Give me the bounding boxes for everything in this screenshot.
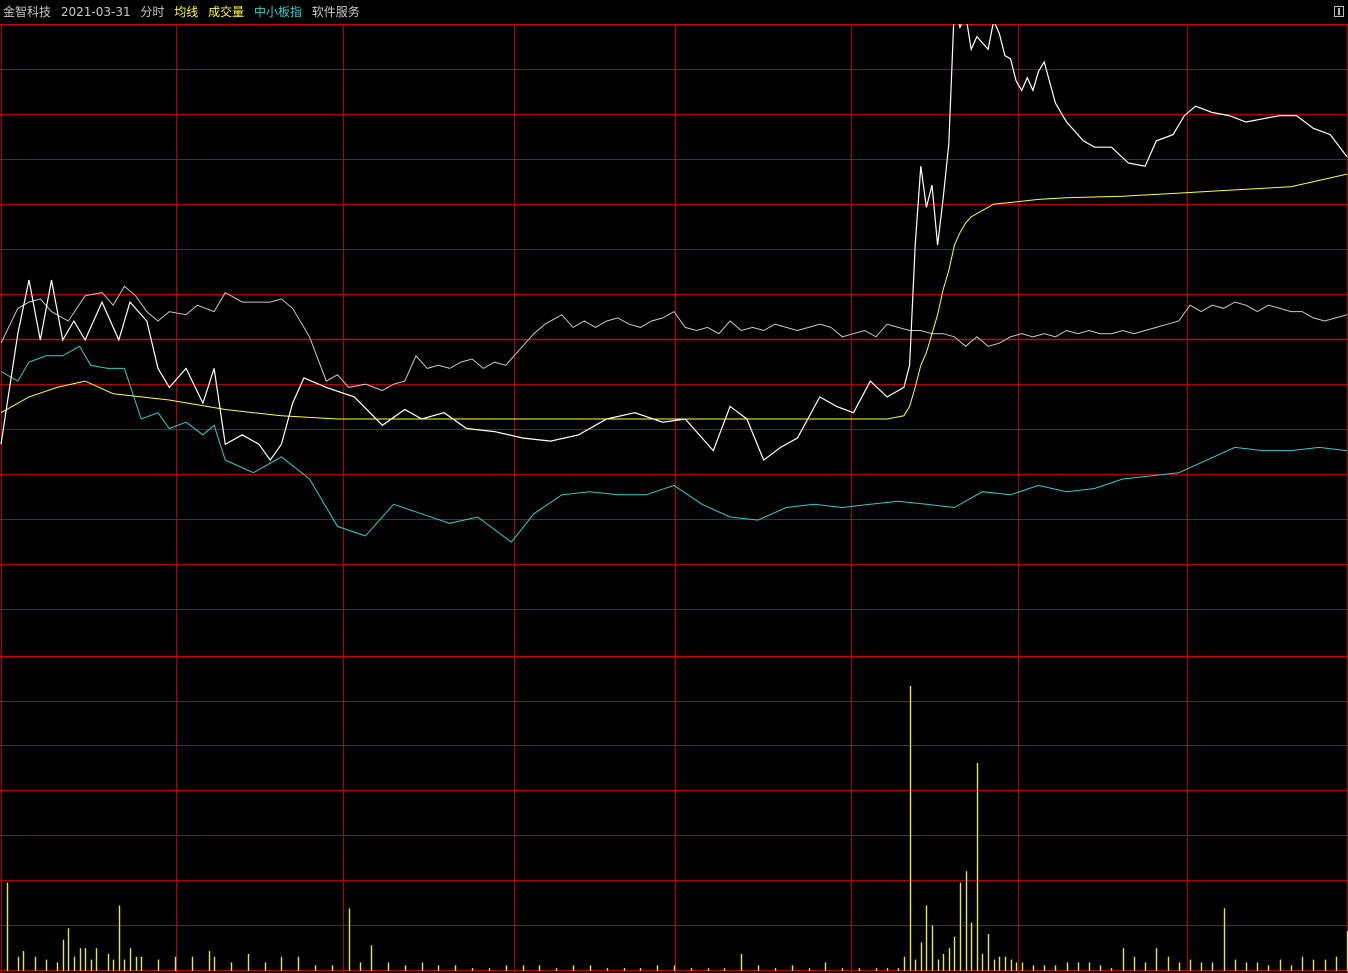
chart-header: 金智科技 2021-03-31 分时 均线 成交量 中小板指 软件服务 <box>0 0 1348 24</box>
volume-legend[interactable]: 成交量 <box>208 5 244 19</box>
avg-price-line <box>0 173 1348 420</box>
panel-toggle-icon[interactable] <box>1334 6 1344 17</box>
chart-grid <box>0 24 1348 973</box>
view-mode-label[interactable]: 分时 <box>140 5 164 19</box>
price-line <box>0 24 1348 462</box>
chart-date: 2021-03-31 <box>60 5 131 19</box>
intraday-chart <box>0 24 1348 973</box>
volume-bars <box>6 686 1348 971</box>
stock-name[interactable]: 金智科技 <box>3 5 51 19</box>
avg-line-legend[interactable]: 均线 <box>174 5 198 19</box>
sector-legend[interactable]: 软件服务 <box>312 5 360 19</box>
index-legend[interactable]: 中小板指 <box>254 5 302 19</box>
index-line <box>0 345 1348 543</box>
sector-line <box>0 285 1348 392</box>
